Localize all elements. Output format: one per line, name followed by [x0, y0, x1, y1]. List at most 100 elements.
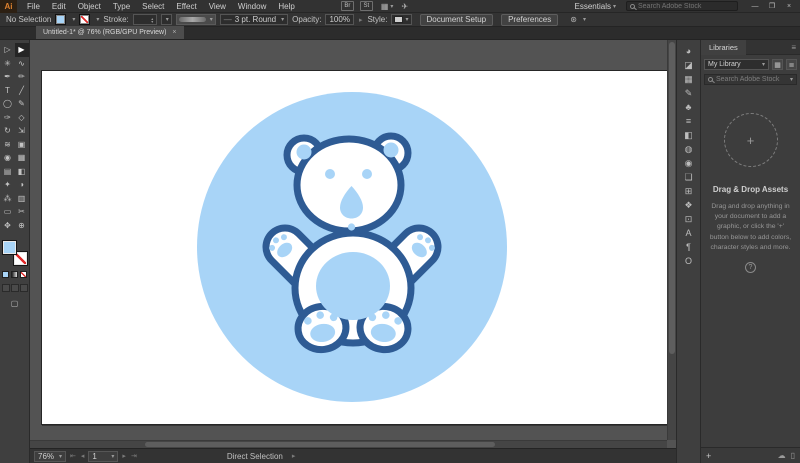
- menu-item[interactable]: Object: [72, 0, 107, 13]
- mesh-tool[interactable]: ▤: [1, 165, 15, 179]
- stroke-weight-dropdown[interactable]: ▾: [160, 14, 172, 25]
- status-flyout-icon[interactable]: ▸: [291, 452, 297, 460]
- vertical-scrollbar[interactable]: [667, 40, 676, 440]
- pen-tool[interactable]: ✒: [1, 70, 15, 84]
- first-artboard-button[interactable]: ⇤: [69, 452, 77, 460]
- cloud-sync-icon[interactable]: ☁: [778, 451, 786, 460]
- panel-menu-icon[interactable]: ≡: [791, 43, 796, 52]
- app-logo[interactable]: Ai: [0, 0, 17, 13]
- eyedropper-tool[interactable]: ✦: [1, 178, 15, 192]
- drop-target-circle[interactable]: +: [723, 113, 778, 167]
- workspace-switcher[interactable]: Essentials ▾: [575, 2, 616, 11]
- chevron-down-icon[interactable]: ▾: [72, 16, 75, 23]
- chevron-down-icon[interactable]: ▾: [96, 16, 99, 23]
- swatches-panel-icon[interactable]: ▦: [677, 72, 700, 86]
- arrange-documents-icon[interactable]: ▦: [381, 2, 389, 11]
- teddy-bear-artwork[interactable]: [42, 71, 667, 424]
- stock-search-input[interactable]: [638, 2, 728, 10]
- menu-item[interactable]: Type: [107, 0, 136, 13]
- shape-builder-tool[interactable]: ◉: [1, 151, 15, 165]
- graphic-styles-panel-icon[interactable]: ❏: [677, 170, 700, 184]
- library-select[interactable]: My Library ▾: [704, 59, 769, 70]
- width-tool[interactable]: ≋: [1, 138, 15, 152]
- document-tab[interactable]: Untitled-1* @ 76% (RGB/GPU Preview) ×: [36, 26, 184, 39]
- perspective-grid-tool[interactable]: ▦: [15, 151, 29, 165]
- type-tool[interactable]: T: [1, 84, 15, 98]
- gpu-performance-icon[interactable]: ✈: [401, 2, 408, 11]
- rotate-tool[interactable]: ↻: [1, 124, 15, 138]
- scale-tool[interactable]: ⇲: [15, 124, 29, 138]
- blend-tool[interactable]: ◑: [15, 178, 29, 192]
- brushes-panel-icon[interactable]: ✎: [677, 86, 700, 100]
- horizontal-scrollbar[interactable]: [30, 440, 667, 448]
- bridge-badge[interactable]: Br: [340, 1, 354, 11]
- lasso-tool[interactable]: ∿: [15, 57, 29, 71]
- none-mode-button[interactable]: [20, 271, 27, 278]
- library-search-field[interactable]: Search Adobe Stock ▾: [704, 74, 797, 85]
- artboard[interactable]: [42, 71, 667, 424]
- preferences-button[interactable]: Preferences: [501, 13, 559, 26]
- menu-item[interactable]: Edit: [46, 0, 72, 13]
- next-artboard-button[interactable]: ▸: [121, 452, 127, 460]
- list-view-button[interactable]: ≣: [786, 59, 797, 70]
- menu-item[interactable]: Window: [232, 0, 272, 13]
- links-panel-icon[interactable]: ⊞: [677, 184, 700, 198]
- opacity-value-dropdown[interactable]: 100%: [325, 14, 354, 25]
- gradient-tool[interactable]: ◧: [15, 165, 29, 179]
- curvature-tool[interactable]: ✏: [15, 70, 29, 84]
- select-similar-icon[interactable]: ⊛: [570, 15, 577, 24]
- menu-item[interactable]: Select: [136, 0, 170, 13]
- delete-icon[interactable]: ▯: [791, 451, 795, 460]
- document-setup-button[interactable]: Document Setup: [419, 13, 494, 26]
- opacity-flyout-icon[interactable]: ▸: [358, 16, 364, 24]
- minimize-button[interactable]: —: [748, 1, 762, 12]
- menu-item[interactable]: File: [21, 0, 46, 13]
- draw-normal-button[interactable]: [1, 284, 10, 292]
- menu-item[interactable]: Effect: [170, 0, 202, 13]
- color-panel-icon[interactable]: ◕: [677, 44, 700, 58]
- selection-tool[interactable]: ▷: [1, 43, 15, 57]
- restore-button[interactable]: ❐: [765, 1, 779, 12]
- magic-wand-tool[interactable]: ✳: [1, 57, 15, 71]
- eraser-tool[interactable]: ◇: [15, 111, 29, 125]
- direct-selection-tool[interactable]: ▶: [14, 43, 29, 57]
- artboard-tool[interactable]: ▭: [1, 205, 15, 219]
- vertical-scrollbar-thumb[interactable]: [669, 42, 675, 354]
- screen-mode-button[interactable]: ▢: [11, 299, 19, 308]
- draw-behind-button[interactable]: [10, 284, 19, 292]
- style-dropdown[interactable]: ▾: [391, 14, 412, 25]
- previous-artboard-button[interactable]: ◂: [80, 452, 86, 460]
- hand-tool[interactable]: ✥: [1, 219, 15, 233]
- artboard-navigation-select[interactable]: 1 ▾: [88, 450, 119, 462]
- symbol-sprayer-tool[interactable]: ⁂: [1, 192, 15, 206]
- artboards-panel-icon[interactable]: ⊡: [677, 212, 700, 226]
- help-icon[interactable]: ?: [745, 261, 756, 273]
- layers-panel-icon[interactable]: ❖: [677, 198, 700, 212]
- fill-color-indicator[interactable]: [1, 240, 17, 255]
- paragraph-panel-icon[interactable]: ¶: [677, 240, 700, 254]
- canvas-area[interactable]: [30, 40, 676, 448]
- draw-inside-button[interactable]: [19, 284, 28, 292]
- close-button[interactable]: ×: [782, 1, 796, 12]
- character-panel-icon[interactable]: A: [677, 226, 700, 240]
- close-tab-icon[interactable]: ×: [172, 29, 176, 36]
- menu-item[interactable]: Help: [272, 0, 300, 13]
- column-graph-tool[interactable]: ▥: [15, 192, 29, 206]
- gradient-mode-button[interactable]: [11, 271, 18, 278]
- fill-color-swatch[interactable]: [55, 14, 67, 25]
- free-transform-tool[interactable]: ▣: [15, 138, 29, 152]
- brush-definition-dropdown[interactable]: — 3 pt. Round ▾: [219, 14, 289, 25]
- last-artboard-button[interactable]: ⇥: [130, 452, 138, 460]
- color-guide-panel-icon[interactable]: ◪: [677, 58, 700, 72]
- gradient-panel-icon[interactable]: ◧: [677, 128, 700, 142]
- paintbrush-tool[interactable]: ✎: [15, 97, 29, 111]
- tab-libraries[interactable]: Libraries: [701, 39, 746, 55]
- color-mode-button[interactable]: [2, 271, 9, 278]
- width-profile-dropdown[interactable]: ▾: [175, 14, 216, 25]
- pencil-tool[interactable]: ✑: [1, 111, 15, 125]
- grid-view-button[interactable]: ▦: [772, 59, 783, 70]
- ellipse-tool[interactable]: ◯: [1, 97, 15, 111]
- opentype-panel-icon[interactable]: O: [677, 254, 700, 268]
- stock-search-box[interactable]: [626, 1, 738, 11]
- stroke-weight-stepper[interactable]: ▴ ▾: [132, 14, 157, 25]
